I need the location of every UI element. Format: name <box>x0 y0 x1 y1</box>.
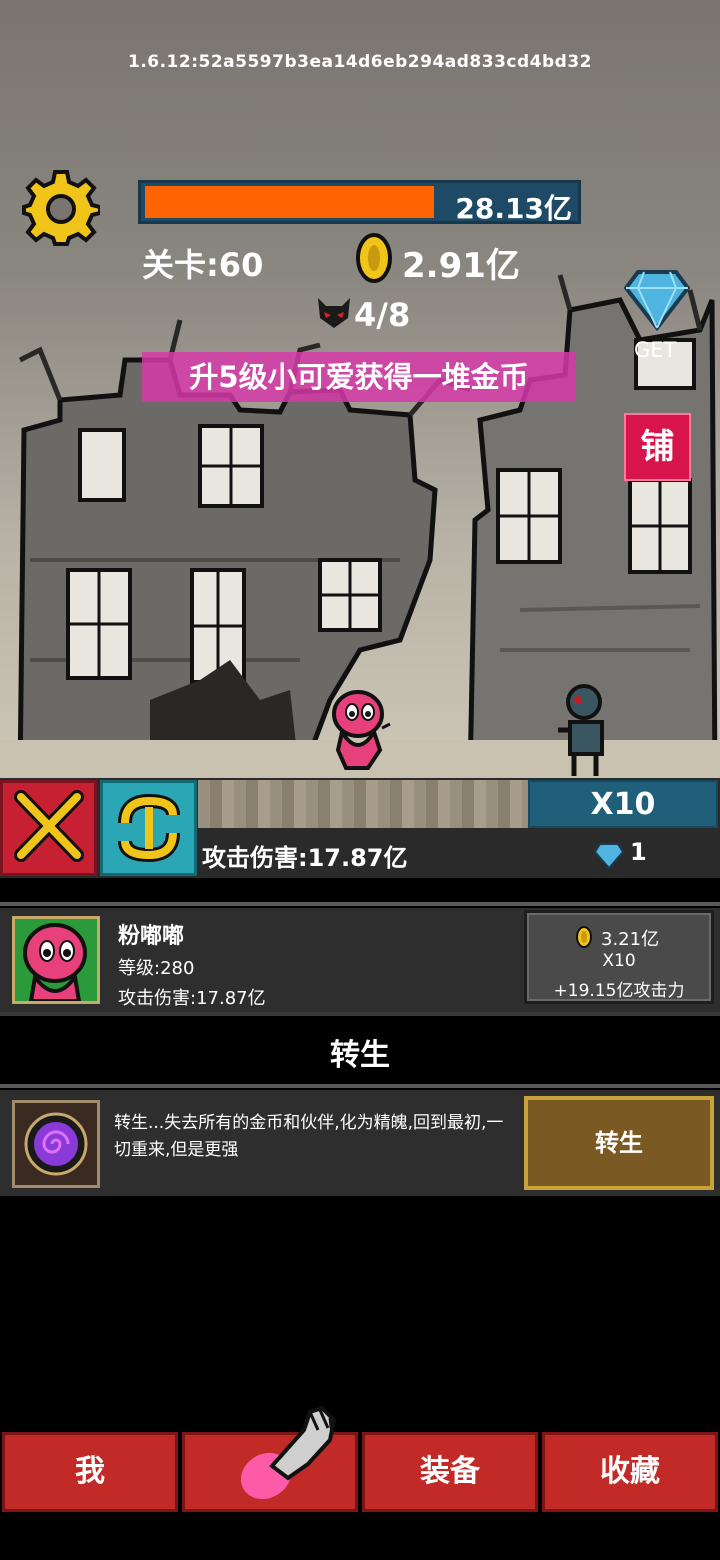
divider <box>0 1012 720 1016</box>
divider <box>0 902 720 906</box>
zombie-enemy-sprite <box>556 682 612 778</box>
gold-amount: 2.91亿 <box>402 246 520 286</box>
diamond-get-icon[interactable] <box>623 266 691 332</box>
diamond-icon <box>593 842 625 870</box>
version-string: 1.6.12:52a5597b3ea14d6eb294ad833cd4bd32 <box>127 52 592 72</box>
hero-level: 等级:280 <box>118 958 195 979</box>
upgrade-multiplier: X10 <box>602 951 636 971</box>
coin-icon <box>575 925 593 949</box>
upgrade-cost: 3.21亿 <box>601 929 660 950</box>
battle-scene: 1.6.12:52a5597b3ea14d6eb294ad833cd4bd32 … <box>0 0 720 780</box>
nav-collection[interactable]: 收藏 <box>542 1432 718 1512</box>
hp-bar-fill <box>145 186 434 218</box>
stage-label: 关卡:60 <box>142 246 264 284</box>
ground-strip <box>198 780 528 828</box>
hero-row: 粉嘟嘟 等级:280 攻击伤害:17.87亿 3.21亿 X10 +19.15亿… <box>0 908 720 1012</box>
nav-me[interactable]: 我 <box>2 1432 178 1512</box>
action-bar: X10 攻击伤害:17.87亿 1 <box>0 778 720 878</box>
hero-name: 粉嘟嘟 <box>118 924 185 949</box>
hero-attack: 攻击伤害:17.87亿 <box>118 988 266 1009</box>
upgrade-bonus: +19.15亿攻击力 <box>553 981 685 1001</box>
boss-hp-bar: 28.13亿 <box>138 180 581 225</box>
rebirth-row: 转生...失去所有的金币和伙伴,化为精魄,回到最初,一切重来,但是更强 转生 <box>0 1090 720 1196</box>
rebirth-description: 转生...失去所有的金币和伙伴,化为精魄,回到最初,一切重来,但是更强 <box>114 1113 504 1160</box>
total-attack: 攻击伤害:17.87亿 <box>202 844 408 872</box>
divider <box>0 1084 720 1088</box>
nav-equipment[interactable]: 装备 <box>362 1432 538 1512</box>
settings-gear-icon[interactable] <box>22 168 102 246</box>
diamond-count: 1 <box>630 838 647 866</box>
hero-upgrade-button[interactable]: 3.21亿 X10 +19.15亿攻击力 <box>524 910 714 1004</box>
rebirth-button[interactable]: 转生 <box>524 1096 714 1190</box>
swap-skill-button[interactable] <box>100 780 197 876</box>
gold-coin-icon <box>355 232 393 284</box>
hp-value: 28.13亿 <box>455 192 572 225</box>
tutorial-hand-pointer-icon <box>234 1400 344 1510</box>
get-label[interactable]: GET <box>634 338 676 362</box>
crossed-swords-icon <box>14 790 84 862</box>
multiplier-toggle[interactable]: X10 <box>528 780 718 828</box>
demon-wave-icon <box>316 296 352 330</box>
hero-avatar <box>12 916 100 1004</box>
wave-counter: 4/8 <box>354 296 411 334</box>
soul-orb-icon <box>12 1100 100 1188</box>
promo-banner: 升5级小可爱获得一堆金币 <box>142 352 576 402</box>
swords-skill-button[interactable] <box>0 780 97 876</box>
swap-arrows-icon <box>118 793 180 863</box>
shop-button[interactable]: 铺 <box>624 413 691 481</box>
rebirth-section-title: 转生 <box>330 1038 390 1073</box>
pink-hero-sprite <box>328 688 392 772</box>
